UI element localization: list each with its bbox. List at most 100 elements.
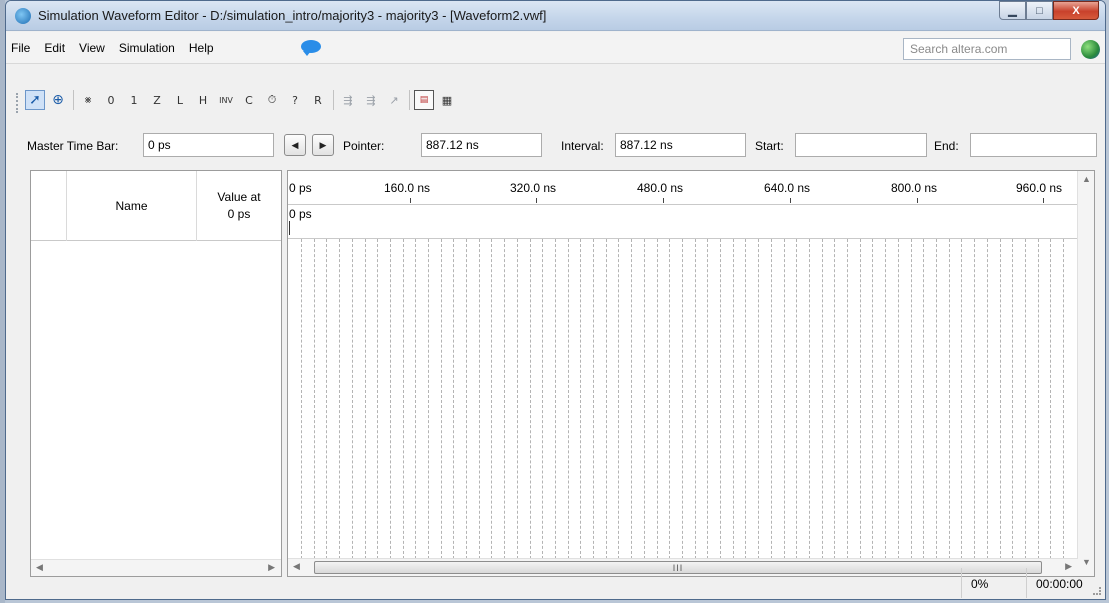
master-time-bar-field[interactable]: 0 ps [143,133,274,157]
grid-line [326,239,327,559]
toolbar-separator [409,90,410,110]
grid-line [872,239,873,559]
time-cursor-label: 0 ps [289,207,312,221]
maximize-button[interactable]: □ [1026,1,1053,20]
scroll-left-icon[interactable]: ◀ [293,561,300,572]
minimize-button[interactable]: ▁ [999,1,1026,20]
cursor-row[interactable]: 0 ps [288,205,1078,239]
waveform-panel[interactable]: 0 ps 160.0 ns 320.0 ns 480.0 ns 640.0 ns… [287,170,1095,577]
grid-line [961,239,962,559]
high-impedance-icon[interactable]: Z [147,90,167,110]
weak-high-icon[interactable]: H [193,90,213,110]
grid-line [479,239,480,559]
simulation-report-icon[interactable]: ▤ [414,90,434,110]
scroll-up-icon[interactable]: ▲ [1082,174,1091,184]
waveform-horizontal-scrollbar[interactable]: ◀ III ▶ [288,558,1078,576]
grid-line [771,239,772,559]
forcing-low-icon[interactable]: 0 [101,90,121,110]
interval-field[interactable]: 887.12 ns [615,133,746,157]
app-logo-icon [15,8,31,24]
grid-line [593,239,594,559]
signal-list-scrollbar[interactable]: ◀ ▶ [31,559,281,576]
menu-help[interactable]: Help [189,41,214,55]
name-column-header[interactable]: Name [67,171,197,241]
status-separator [1026,568,1027,598]
time-tick-mark [410,198,411,203]
interval-label: Interval: [561,139,604,153]
grid-line [314,239,315,559]
clock-icon[interactable]: ⏱ [262,90,282,110]
grid-line [415,239,416,559]
grid-line [923,239,924,559]
menu-simulation[interactable]: Simulation [119,41,175,55]
time-tick-mark [917,198,918,203]
toolbar: ➚ ⊕ ⨳ 0 1 Z L H INV C ⏱ ? R ⇶ ⇶ ↗ ▤ ▦ [25,90,460,110]
selection-tool-icon[interactable]: ➚ [25,90,45,110]
grid-line [1000,239,1001,559]
signal-list-panel[interactable]: Name Value at 0 ps ◀ ▶ [30,170,282,577]
scroll-down-icon[interactable]: ▼ [1082,557,1091,567]
timing-simulation-icon[interactable]: ⇶ [361,90,381,110]
time-tick-mark [790,198,791,203]
start-field[interactable] [795,133,927,157]
menu-view[interactable]: View [79,41,105,55]
scroll-right-icon[interactable]: ▶ [1065,561,1072,572]
grid-snap-icon[interactable]: ▦ [437,90,457,110]
time-cursor-marker[interactable] [289,221,290,235]
grid-line [758,239,759,559]
scroll-left-icon[interactable]: ◀ [36,562,43,573]
time-tick-label: 800.0 ns [891,181,938,195]
time-ruler[interactable]: 0 ps 160.0 ns 320.0 ns 480.0 ns 640.0 ns… [288,171,1078,205]
invert-icon[interactable]: INV [216,90,236,110]
scrollbar-thumb[interactable]: III [314,561,1042,574]
globe-icon[interactable] [1081,40,1100,59]
pointer-field[interactable]: 887.12 ns [421,133,542,157]
arbitrary-value-icon[interactable]: ? [285,90,305,110]
toolbar-grip[interactable] [16,93,20,113]
forcing-high-icon[interactable]: 1 [124,90,144,110]
count-value-icon[interactable]: C [239,90,259,110]
random-value-icon[interactable]: R [308,90,328,110]
grid-line [517,239,518,559]
waveform-vertical-scrollbar[interactable]: ▲ ▼ [1077,171,1094,576]
waveform-grid[interactable] [288,239,1078,559]
close-button[interactable]: X [1053,1,1099,20]
weak-low-icon[interactable]: L [170,90,190,110]
search-input[interactable]: Search altera.com [903,38,1071,60]
feedback-chat-icon[interactable] [301,40,321,56]
grid-line [580,239,581,559]
main-window: Simulation Waveform Editor - D:/simulati… [5,0,1106,600]
forcing-unknown-icon[interactable]: ⨳ [78,90,98,110]
toolbar-separator [333,90,334,110]
grid-line [657,239,658,559]
previous-transition-button[interactable]: ◀ [284,134,306,156]
end-field[interactable] [970,133,1097,157]
end-label: End: [934,139,959,153]
grid-line [618,239,619,559]
grid-line [530,239,531,559]
master-time-bar-label: Master Time Bar: [27,139,119,153]
netlist-simulation-icon[interactable]: ↗ [384,90,404,110]
grid-line [365,239,366,559]
functional-simulation-icon[interactable]: ⇶ [338,90,358,110]
time-tick-mark [1043,198,1044,203]
resize-grip-icon[interactable] [1093,587,1101,595]
window-controls: ▁ □ X [999,1,1099,20]
menu-edit[interactable]: Edit [44,41,65,55]
grid-line [707,239,708,559]
menu-file[interactable]: File [11,41,30,55]
name-header-label: Name [115,199,148,213]
grid-line [1063,239,1064,559]
grid-line [733,239,734,559]
grid-line [695,239,696,559]
scroll-right-icon[interactable]: ▶ [268,562,275,573]
grid-line [809,239,810,559]
next-transition-button[interactable]: ▶ [312,134,334,156]
grid-line [936,239,937,559]
title-bar[interactable]: Simulation Waveform Editor - D:/simulati… [6,1,1105,31]
grid-line [339,239,340,559]
toolbar-separator [73,90,74,110]
value-column-header[interactable]: Value at 0 ps [197,171,281,241]
select-column-header[interactable] [31,171,67,241]
zoom-tool-icon[interactable]: ⊕ [48,90,68,110]
